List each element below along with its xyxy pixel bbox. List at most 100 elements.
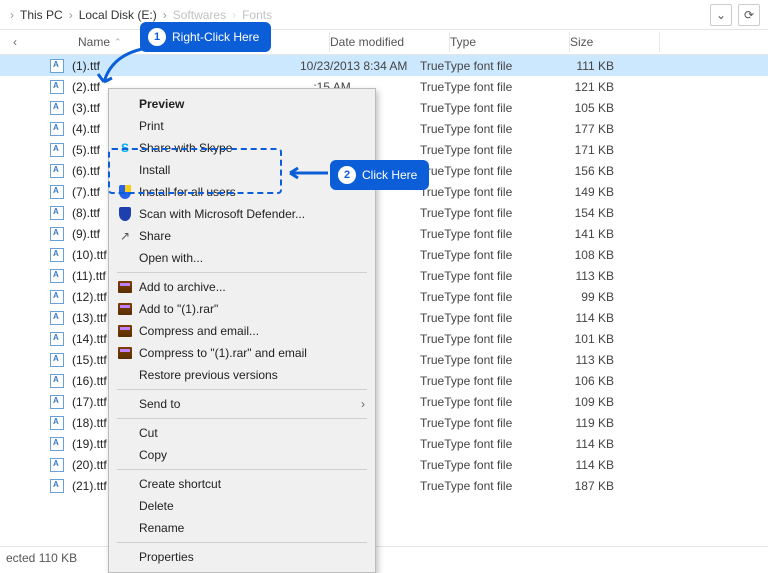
- ctx-sendto[interactable]: Send to›: [109, 393, 375, 415]
- file-type: TrueType font file: [420, 80, 540, 94]
- file-size: 114 KB: [540, 458, 630, 472]
- breadcrumb-seg[interactable]: Local Disk (E:): [75, 6, 161, 24]
- font-file-icon: [48, 416, 66, 430]
- file-size: 114 KB: [540, 311, 630, 325]
- separator: [117, 542, 367, 543]
- file-type: TrueType font file: [420, 101, 540, 115]
- font-file-icon: [48, 80, 66, 94]
- ctx-addrar[interactable]: Add to "(1).rar": [109, 298, 375, 320]
- font-file-icon: [48, 332, 66, 346]
- file-size: 106 KB: [540, 374, 630, 388]
- font-file-icon: [48, 458, 66, 472]
- separator: [117, 389, 367, 390]
- file-size: 113 KB: [540, 269, 630, 283]
- file-type: TrueType font file: [420, 206, 540, 220]
- chevron-right-icon: ›: [163, 8, 167, 22]
- font-file-icon: [48, 374, 66, 388]
- file-type: TrueType font file: [420, 59, 540, 73]
- refresh-button[interactable]: ⟳: [738, 4, 760, 26]
- file-size: 109 KB: [540, 395, 630, 409]
- file-type: TrueType font file: [420, 395, 540, 409]
- ctx-cut[interactable]: Cut: [109, 422, 375, 444]
- ctx-delete[interactable]: Delete: [109, 495, 375, 517]
- font-file-icon: [48, 437, 66, 451]
- file-size: 119 KB: [540, 416, 630, 430]
- ctx-openwith[interactable]: Open with...: [109, 247, 375, 269]
- ctx-preview[interactable]: Preview: [109, 93, 375, 115]
- status-text: ected 110 KB: [6, 551, 77, 565]
- dropdown-button[interactable]: ⌄: [710, 4, 732, 26]
- font-file-icon: [48, 395, 66, 409]
- rar-icon: [115, 281, 135, 293]
- file-size: 154 KB: [540, 206, 630, 220]
- font-file-icon: [48, 479, 66, 493]
- ctx-compressrar[interactable]: Compress to "(1).rar" and email: [109, 342, 375, 364]
- ctx-compress[interactable]: Compress and email...: [109, 320, 375, 342]
- breadcrumb: › This PC › Local Disk (E:) › Softwares …: [0, 0, 768, 30]
- font-file-icon: [48, 290, 66, 304]
- file-size: 149 KB: [540, 185, 630, 199]
- file-type: TrueType font file: [420, 437, 540, 451]
- file-type: TrueType font file: [420, 458, 540, 472]
- ctx-properties[interactable]: Properties: [109, 546, 375, 568]
- file-type: TrueType font file: [420, 374, 540, 388]
- file-size: 141 KB: [540, 227, 630, 241]
- rar-icon: [115, 303, 135, 315]
- font-file-icon: [48, 185, 66, 199]
- breadcrumb-seg[interactable]: Fonts: [238, 6, 276, 24]
- font-file-icon: [48, 311, 66, 325]
- file-type: TrueType font file: [420, 227, 540, 241]
- rar-icon: [115, 325, 135, 337]
- ctx-archive[interactable]: Add to archive...: [109, 276, 375, 298]
- file-size: 113 KB: [540, 353, 630, 367]
- defender-icon: [115, 207, 135, 221]
- share-icon: ↗: [115, 229, 135, 243]
- chevron-right-icon: ›: [232, 8, 236, 22]
- rar-icon: [115, 347, 135, 359]
- column-type[interactable]: Type: [450, 32, 570, 52]
- column-date[interactable]: Date modified: [330, 32, 450, 52]
- ctx-skype[interactable]: SShare with Skype: [109, 137, 375, 159]
- ctx-restore[interactable]: Restore previous versions: [109, 364, 375, 386]
- breadcrumb-seg[interactable]: Softwares: [169, 6, 230, 24]
- file-type: TrueType font file: [420, 185, 540, 199]
- file-size: 187 KB: [540, 479, 630, 493]
- skype-icon: S: [115, 141, 135, 155]
- ctx-defender[interactable]: Scan with Microsoft Defender...: [109, 203, 375, 225]
- file-size: 105 KB: [540, 101, 630, 115]
- ctx-shortcut[interactable]: Create shortcut: [109, 473, 375, 495]
- chevron-right-icon: ›: [10, 8, 14, 22]
- file-type: TrueType font file: [420, 353, 540, 367]
- ctx-rename[interactable]: Rename: [109, 517, 375, 539]
- file-type: TrueType font file: [420, 332, 540, 346]
- file-size: 171 KB: [540, 143, 630, 157]
- file-type: TrueType font file: [420, 143, 540, 157]
- file-size: 114 KB: [540, 437, 630, 451]
- font-file-icon: [48, 143, 66, 157]
- file-date: 10/23/2013 8:34 AM: [300, 59, 420, 73]
- step-number: 1: [148, 28, 166, 46]
- tutorial-bubble-1: 1 Right-Click Here: [140, 22, 271, 52]
- file-type: TrueType font file: [420, 311, 540, 325]
- file-type: TrueType font file: [420, 122, 540, 136]
- font-file-icon: [48, 101, 66, 115]
- file-type: TrueType font file: [420, 269, 540, 283]
- file-size: 111 KB: [540, 59, 630, 73]
- step-text: Right-Click Here: [172, 30, 259, 44]
- file-size: 156 KB: [540, 164, 630, 178]
- shield-icon: [115, 185, 135, 199]
- file-size: 108 KB: [540, 248, 630, 262]
- breadcrumb-seg[interactable]: This PC: [16, 6, 67, 24]
- tutorial-bubble-2: 2 Click Here: [330, 160, 429, 190]
- separator: [117, 469, 367, 470]
- back-icon[interactable]: ‹: [0, 35, 30, 49]
- font-file-icon: [48, 227, 66, 241]
- column-size[interactable]: Size: [570, 32, 660, 52]
- ctx-print[interactable]: Print: [109, 115, 375, 137]
- chevron-right-icon: ›: [69, 8, 73, 22]
- file-type: TrueType font file: [420, 248, 540, 262]
- font-file-icon: [48, 164, 66, 178]
- ctx-copy[interactable]: Copy: [109, 444, 375, 466]
- ctx-share[interactable]: ↗Share: [109, 225, 375, 247]
- file-type: TrueType font file: [420, 479, 540, 493]
